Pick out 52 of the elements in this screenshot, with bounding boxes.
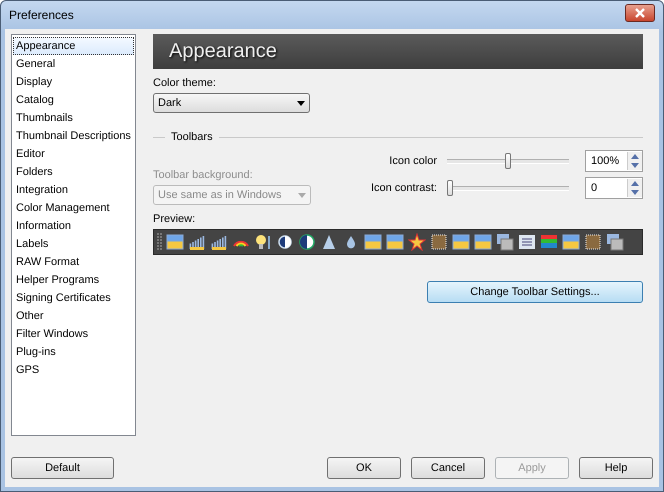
up-arrow-icon	[628, 178, 642, 188]
up-arrow-icon	[628, 152, 642, 160]
circle-icon	[298, 233, 316, 251]
page-title: Appearance	[169, 40, 277, 63]
category-item[interactable]: Color Management	[13, 199, 134, 217]
category-item[interactable]: GPS	[13, 361, 134, 379]
category-item[interactable]: Information	[13, 217, 134, 235]
slider-label: Icon color	[388, 154, 437, 166]
category-item[interactable]: Display	[13, 73, 134, 91]
bar-chart-icon	[210, 233, 228, 251]
close-button[interactable]	[625, 4, 655, 22]
field-label: Preview:	[153, 213, 196, 225]
category-item[interactable]: Other	[13, 307, 134, 325]
field-label: Toolbar background:	[153, 169, 254, 181]
dialog-button[interactable]: OK	[327, 457, 401, 479]
bar-chart-icon	[188, 233, 206, 251]
change-toolbar-settings-button[interactable]: Change Toolbar Settings...	[427, 281, 643, 303]
star-icon	[408, 233, 426, 251]
dropdown-arrow-icon	[298, 192, 306, 198]
category-item[interactable]: Appearance	[13, 37, 134, 55]
category-item[interactable]: Helper Programs	[13, 271, 134, 289]
category-item[interactable]: General	[13, 55, 134, 73]
category-item[interactable]: Thumbnails	[13, 109, 134, 127]
triangle-icon	[320, 233, 338, 251]
field-label: Color theme:	[153, 77, 217, 89]
category-item[interactable]: Labels	[13, 235, 134, 253]
category-item[interactable]: Folders	[13, 163, 134, 181]
group-title: Toolbars	[171, 131, 213, 143]
close-icon	[634, 8, 646, 18]
window-title: Preferences	[9, 8, 74, 22]
category-item[interactable]: Filter Windows	[13, 325, 134, 343]
down-arrow-icon	[628, 188, 642, 196]
category-item[interactable]: Thumbnail Descriptions	[13, 127, 134, 145]
slider-label: Icon contrast:	[370, 182, 437, 194]
dialog-button[interactable]: Default	[11, 457, 114, 479]
down-arrow-icon	[628, 160, 642, 170]
grip-icon	[157, 232, 162, 252]
dialog-button[interactable]: Help	[579, 457, 653, 479]
dialog-button[interactable]: Cancel	[411, 457, 485, 479]
slider-thumb[interactable]	[447, 180, 453, 196]
category-item[interactable]: Editor	[13, 145, 134, 163]
spin-field[interactable]: 100%	[585, 150, 643, 172]
category-item[interactable]: Signing Certificates	[13, 289, 134, 307]
category-item[interactable]: Plug-ins	[13, 343, 134, 361]
slider-thumb[interactable]	[505, 152, 511, 168]
theme-dropdown[interactable]: Dark	[153, 93, 310, 113]
category-item[interactable]: Catalog	[13, 91, 134, 109]
category-item[interactable]: RAW Format	[13, 253, 134, 271]
dropdown-arrow-icon	[297, 100, 305, 106]
category-item[interactable]: Integration	[13, 181, 134, 199]
spin-field[interactable]: 0	[585, 176, 643, 198]
bulb-icon	[254, 233, 272, 251]
